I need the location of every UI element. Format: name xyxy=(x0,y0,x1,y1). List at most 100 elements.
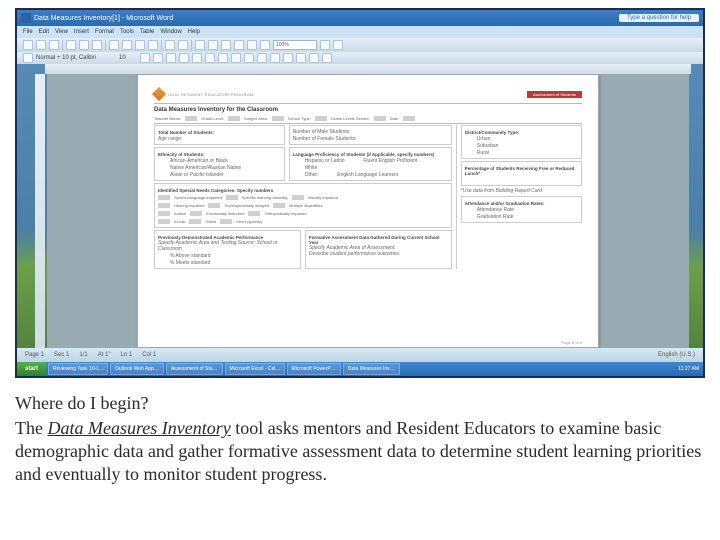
menu-format[interactable]: Format xyxy=(95,29,114,35)
bulleted-list-icon[interactable] xyxy=(257,53,267,63)
read-mode-icon[interactable] xyxy=(333,40,343,50)
label-male: Number of Male Students: xyxy=(293,129,351,135)
menu-table[interactable]: Table xyxy=(140,29,154,35)
label-eth-4: White xyxy=(305,165,318,171)
label-subject: Subject Area: xyxy=(244,116,268,121)
window-title: Data Measures Inventory[1] - Microsoft W… xyxy=(34,15,173,22)
borders-icon[interactable] xyxy=(296,53,306,63)
open-icon[interactable] xyxy=(36,40,46,50)
status-bar: Page 1 Sec 1 1/1 At 1" Ln 1 Col 1 Englis… xyxy=(17,348,703,362)
decrease-indent-icon[interactable] xyxy=(270,53,280,63)
print-icon[interactable] xyxy=(66,40,76,50)
field-spec-11[interactable] xyxy=(220,219,232,224)
label-fluent: Fluent English Proficient xyxy=(363,158,417,164)
line-spacing-icon[interactable] xyxy=(231,53,241,63)
taskbar-item-0[interactable]: Reviewing Task 10-1… xyxy=(48,363,108,375)
field-levels[interactable] xyxy=(374,116,386,121)
label-spec-1: Specific learning disability xyxy=(242,195,288,200)
menu-file[interactable]: File xyxy=(23,29,33,35)
drawing-icon[interactable] xyxy=(247,40,257,50)
font-size-dropdown[interactable]: 10 xyxy=(119,55,137,61)
label-spec-2: Visually impaired xyxy=(308,195,338,200)
field-spec-6[interactable] xyxy=(158,211,170,216)
save-icon[interactable] xyxy=(49,40,59,50)
field-spec-7[interactable] xyxy=(190,211,202,216)
label-eth-1: Native American/Alaskan Native xyxy=(170,165,241,171)
print-preview-icon[interactable] xyxy=(79,40,89,50)
label-spec-5: Multiple disabilities xyxy=(289,203,322,208)
numbered-list-icon[interactable] xyxy=(244,53,254,63)
field-schooltype[interactable] xyxy=(315,116,327,121)
menu-help[interactable]: Help xyxy=(188,29,200,35)
cut-icon[interactable] xyxy=(109,40,119,50)
status-pagecount: 1/1 xyxy=(79,352,87,358)
new-doc-icon[interactable] xyxy=(23,40,33,50)
field-spec-0[interactable] xyxy=(158,195,170,200)
align-left-icon[interactable] xyxy=(179,53,189,63)
pane-attendance-grad: Attendance and/or Graduation Rates: Atte… xyxy=(461,196,582,223)
insert-table-icon[interactable] xyxy=(221,40,231,50)
field-spec-8[interactable] xyxy=(248,211,260,216)
field-grade[interactable] xyxy=(228,116,240,121)
tables-borders-icon[interactable] xyxy=(208,40,218,50)
field-spec-9[interactable] xyxy=(158,219,170,224)
menu-edit[interactable]: Edit xyxy=(39,29,49,35)
align-right-icon[interactable] xyxy=(205,53,215,63)
style-dropdown[interactable]: Normal + 10 pt, Calibri xyxy=(36,55,116,61)
field-spec-1[interactable] xyxy=(226,195,238,200)
field-spec-10[interactable] xyxy=(189,219,201,224)
start-button[interactable]: start xyxy=(17,362,46,376)
label-prev-sub: Specify Academic Area and Testing Source… xyxy=(158,240,297,252)
copy-icon[interactable] xyxy=(122,40,132,50)
menu-insert[interactable]: Insert xyxy=(74,29,89,35)
label-spec-0: Speech/language-impaired xyxy=(174,195,222,200)
highlight-icon[interactable] xyxy=(309,53,319,63)
menu-view[interactable]: View xyxy=(55,29,68,35)
show-hide-icon[interactable] xyxy=(260,40,270,50)
label-spec-8: Orthopedically impaired xyxy=(264,211,306,216)
label-graduation-rate: Graduation Rate xyxy=(477,214,514,220)
taskbar-item-2[interactable]: Assessment of Stu… xyxy=(166,363,223,375)
field-spec-2[interactable] xyxy=(292,195,304,200)
label-report-card-note: *Use data from Building Report Card xyxy=(461,188,582,194)
redo-icon[interactable] xyxy=(178,40,188,50)
label-prev-1: % Meets standard xyxy=(170,260,210,266)
label-female: Number of Female Students: xyxy=(293,136,357,142)
field-teacher[interactable] xyxy=(185,116,197,121)
slide-frame: Data Measures Inventory[1] - Microsoft W… xyxy=(15,8,705,378)
document-area[interactable]: OHIO RESIDENT EDUCATOR PROGRAM Assessmen… xyxy=(47,74,689,348)
underline-icon[interactable] xyxy=(166,53,176,63)
help-icon[interactable] xyxy=(320,40,330,50)
menu-tools[interactable]: Tools xyxy=(120,29,134,35)
help-question-box[interactable]: Type a question for help xyxy=(619,14,699,22)
justify-icon[interactable] xyxy=(218,53,228,63)
vertical-ruler[interactable] xyxy=(35,74,45,348)
taskbar-item-5[interactable]: Data Measures Inv… xyxy=(343,363,400,375)
zoom-dropdown[interactable]: 100% xyxy=(273,40,317,50)
bold-icon[interactable] xyxy=(140,53,150,63)
field-date[interactable] xyxy=(403,116,415,121)
increase-indent-icon[interactable] xyxy=(283,53,293,63)
system-clock[interactable]: 11:27 AM xyxy=(674,366,703,372)
window-title-bar[interactable]: Data Measures Inventory[1] - Microsoft W… xyxy=(17,10,703,26)
label-age-range: Age range: xyxy=(158,136,182,142)
align-center-icon[interactable] xyxy=(192,53,202,63)
field-subject[interactable] xyxy=(272,116,284,121)
spellcheck-icon[interactable] xyxy=(92,40,102,50)
field-spec-3[interactable] xyxy=(158,203,170,208)
undo-icon[interactable] xyxy=(165,40,175,50)
hyperlink-icon[interactable] xyxy=(195,40,205,50)
taskbar-item-3[interactable]: Microsoft Excel - Cal… xyxy=(225,363,285,375)
italic-icon[interactable] xyxy=(153,53,163,63)
columns-icon[interactable] xyxy=(234,40,244,50)
font-color-icon[interactable] xyxy=(322,53,332,63)
horizontal-ruler[interactable] xyxy=(45,64,691,74)
format-painter-icon[interactable] xyxy=(148,40,158,50)
styles-pane-icon[interactable] xyxy=(23,53,33,63)
taskbar-item-1[interactable]: Outlook Web App… xyxy=(110,363,164,375)
menu-window[interactable]: Window xyxy=(160,29,181,35)
paste-icon[interactable] xyxy=(135,40,145,50)
field-spec-4[interactable] xyxy=(208,203,220,208)
field-spec-5[interactable] xyxy=(273,203,285,208)
taskbar-item-4[interactable]: Microsoft PowerP… xyxy=(287,363,341,375)
